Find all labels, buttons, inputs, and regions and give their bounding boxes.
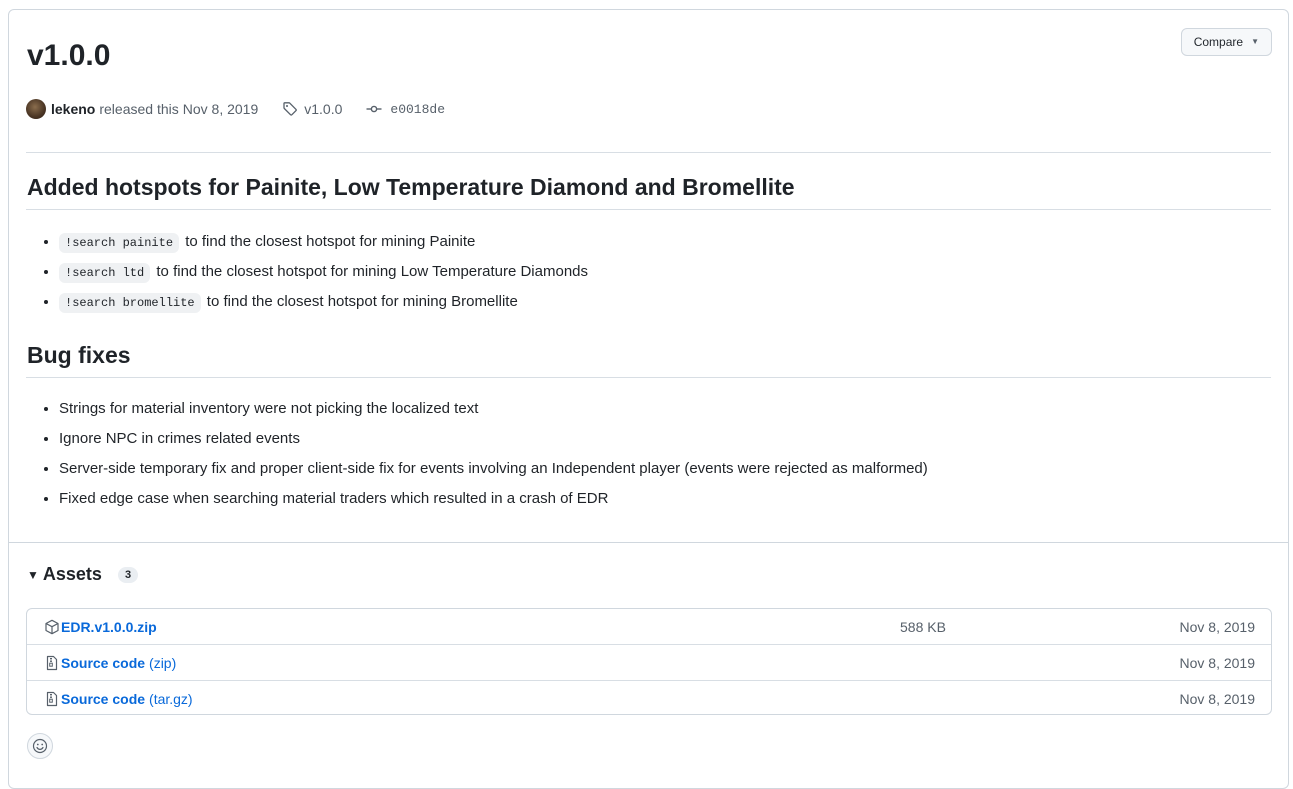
section-heading-bug-fixes: Bug fixes: [27, 342, 131, 368]
list-item: Server-side temporary fix and proper cli…: [59, 454, 928, 484]
asset-size: 588 KB: [900, 618, 946, 635]
asset-suffix: (tar.gz): [149, 690, 193, 707]
compare-label: Compare: [1193, 35, 1244, 49]
list-item-text: to find the closest hotspot for mining B…: [206, 293, 518, 310]
inline-code: !search bromellite: [59, 293, 201, 313]
smiley-icon: [32, 738, 48, 754]
list-item: Ignore NPC in crimes related events: [59, 424, 928, 454]
inline-code: !search ltd: [59, 263, 151, 283]
caret-down-icon: ▼: [1251, 37, 1259, 46]
assets-count-badge: 3: [117, 566, 139, 583]
asset-row: Source code (zip) Nov 8, 2019: [27, 645, 1271, 681]
avatar[interactable]: [26, 99, 46, 119]
file-zip-icon: [46, 655, 58, 670]
assets-toggle[interactable]: ▼ Assets 3: [27, 564, 139, 585]
asset-name: Source code: [61, 690, 146, 707]
asset-row: EDR.v1.0.0.zip 588 KB Nov 8, 2019: [27, 609, 1271, 645]
asset-name: Source code: [61, 654, 146, 671]
asset-suffix: (zip): [149, 654, 177, 671]
heading-underline: [26, 209, 1271, 210]
hotspot-list: !search painite to find the closest hots…: [27, 227, 588, 317]
asset-link[interactable]: EDR.v1.0.0.zip: [44, 619, 157, 635]
release-title[interactable]: v1.0.0: [27, 36, 110, 76]
section-heading-hotspots: Added hotspots for Painite, Low Temperat…: [27, 174, 795, 200]
commit-link[interactable]: e0018de: [390, 102, 445, 117]
release-date: Nov 8, 2019: [182, 101, 259, 117]
triangle-down-icon: ▼: [27, 567, 39, 582]
list-item: !search painite to find the closest hots…: [59, 227, 588, 257]
release-meta: lekeno released this Nov 8, 2019 v1.0.0 …: [26, 98, 445, 120]
list-item: !search ltd to find the closest hotspot …: [59, 257, 588, 287]
assets-label: Assets: [42, 564, 102, 584]
tag-icon: [283, 102, 298, 116]
list-item: Fixed edge case when searching material …: [59, 484, 928, 514]
asset-date: Nov 8, 2019: [1179, 690, 1256, 707]
git-commit-icon: [366, 105, 382, 113]
assets-divider: [9, 542, 1288, 543]
list-item: !search bromellite to find the closest h…: [59, 287, 588, 317]
package-icon: [45, 619, 59, 634]
asset-name: EDR.v1.0.0.zip: [61, 618, 157, 635]
list-item: Strings for material inventory were not …: [59, 394, 928, 424]
compare-button[interactable]: Compare ▼: [1180, 28, 1272, 56]
released-text: released this: [99, 101, 179, 117]
list-item-text: to find the closest hotspot for mining L…: [156, 263, 589, 280]
assets-table: EDR.v1.0.0.zip 588 KB Nov 8, 2019 Source…: [26, 608, 1272, 715]
asset-date: Nov 8, 2019: [1179, 618, 1256, 635]
release-card: v1.0.0 Compare ▼ lekeno released this No…: [8, 9, 1289, 789]
list-item-text: to find the closest hotspot for mining P…: [185, 233, 476, 250]
tag-link[interactable]: v1.0.0: [304, 101, 342, 117]
file-zip-icon: [46, 691, 58, 706]
bug-fix-list: Strings for material inventory were not …: [27, 394, 928, 514]
divider: [26, 152, 1271, 153]
inline-code: !search painite: [59, 233, 180, 253]
author-link[interactable]: lekeno: [51, 101, 95, 117]
asset-date: Nov 8, 2019: [1179, 654, 1256, 671]
asset-link[interactable]: Source code (tar.gz): [44, 691, 193, 707]
add-reaction-button[interactable]: [27, 733, 53, 759]
heading-underline: [26, 377, 1271, 378]
asset-row: Source code (tar.gz) Nov 8, 2019: [27, 681, 1271, 716]
asset-link[interactable]: Source code (zip): [44, 655, 176, 671]
